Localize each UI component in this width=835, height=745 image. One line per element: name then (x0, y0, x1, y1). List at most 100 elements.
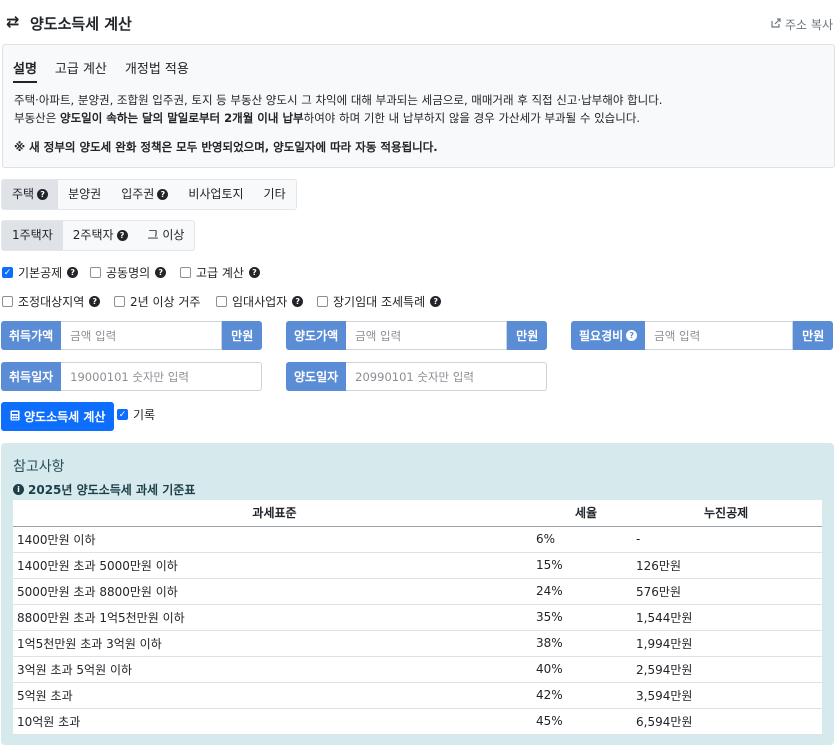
calculator-icon (10, 410, 20, 424)
rate-cell: 15% (536, 552, 636, 579)
expense-input[interactable] (645, 321, 794, 350)
advanced-calc-checkbox[interactable]: 고급 계산 ? (180, 264, 260, 281)
rate-cell: 24% (536, 578, 636, 605)
help-icon[interactable]: ? (248, 267, 260, 278)
rate-cell: 38% (536, 630, 636, 657)
sale-price-label: 양도가액 (286, 321, 347, 350)
two-year-residence-checkbox[interactable]: 2년 이상 거주 (114, 293, 200, 310)
rate-cell: 6% (536, 526, 636, 553)
expense-label: 필요경비? (571, 321, 646, 350)
info-note: ※ 새 정부의 양도세 완화 정책은 모두 반영되었으며, 양도일자에 따라 자… (14, 140, 438, 154)
help-icon[interactable]: ? (157, 189, 169, 200)
calculate-button[interactable]: 양도소득세 계산 (1, 402, 115, 431)
column-header: 과세표준 (13, 500, 536, 527)
tab-non-business-land[interactable]: 비사업토지 (178, 180, 253, 209)
info-paragraph-2: 부동산은 양도일이 속하는 달의 말일로부터 2개월 이내 납부하여야 하며 기… (14, 109, 640, 127)
sale-date-label: 양도일자 (286, 362, 347, 391)
tab-house-label: 주택 (12, 187, 35, 201)
tab-description[interactable]: 설명 (13, 58, 37, 83)
tab-presale-right[interactable]: 분양권 (58, 180, 111, 209)
copy-address-label: 주소 복사 (785, 18, 833, 32)
deduction-cell: 6,594만원 (636, 708, 822, 735)
tab-more[interactable]: 그 이상 (138, 221, 195, 250)
deduction-cell: 1,994만원 (636, 630, 822, 657)
deduction-cell: 576만원 (636, 578, 822, 605)
expense-label-text: 필요경비 (579, 329, 624, 343)
unit-label: 만원 (222, 321, 263, 350)
advanced-calc-label: 고급 계산 (196, 266, 244, 280)
tab-other[interactable]: 기타 (254, 180, 296, 209)
deduction-cell: 3,594만원 (636, 682, 822, 709)
bracket-cell: 5000만원 초과 8800만원 이하 (13, 578, 536, 605)
checkbox-box (114, 296, 125, 307)
table-row: 5억원 초과 42% 3,594만원 (13, 682, 822, 709)
two-year-residence-label: 2년 이상 거주 (130, 295, 201, 309)
tab-two-house[interactable]: 2주택자? (63, 221, 138, 250)
sale-price-group: 양도가액 만원 (286, 321, 548, 350)
sale-date-input[interactable] (346, 362, 548, 391)
check-icon: ✓ (117, 409, 128, 420)
check-icon: ✓ (2, 267, 13, 278)
tab-house[interactable]: 주택? (2, 180, 59, 209)
page-title: 양도소득세 계산 (30, 15, 132, 33)
rate-cell: 35% (536, 604, 636, 631)
tab-two-house-label: 2주택자 (72, 228, 114, 242)
deduction-cell: - (636, 526, 822, 553)
acquire-date-group: 취득일자 (1, 362, 263, 391)
record-checkbox[interactable]: ✓ 기록 (117, 406, 155, 423)
info-icon: i (13, 484, 24, 495)
basic-deduction-checkbox[interactable]: ✓ 기본공제 ? (2, 264, 79, 281)
checkbox-box (216, 296, 227, 307)
unit-label: 만원 (793, 321, 834, 350)
rate-cell: 42% (536, 682, 636, 709)
acquire-date-input[interactable] (61, 362, 263, 391)
acquire-date-label: 취득일자 (1, 362, 62, 391)
sale-date-group: 양도일자 (286, 362, 548, 391)
table-row: 8800만원 초과 1억5천만원 이하 35% 1,544만원 (13, 604, 822, 631)
regulated-area-label: 조정대상지역 (18, 295, 85, 309)
help-icon[interactable]: ? (37, 189, 49, 200)
sale-price-input[interactable] (346, 321, 508, 350)
reference-subtitle: i 2025년 양도소득세 과세 기준표 (13, 481, 195, 498)
table-row: 1400만원 이하 6% - (13, 526, 822, 553)
acquire-price-input[interactable] (61, 321, 223, 350)
copy-address-button[interactable]: 주소 복사 (770, 16, 833, 33)
help-icon[interactable]: ? (67, 267, 79, 278)
record-label: 기록 (133, 408, 156, 422)
checkbox-box (90, 267, 101, 278)
bracket-cell: 8800만원 초과 1억5천만원 이하 (13, 604, 536, 631)
tab-one-house[interactable]: 1주택자 (2, 221, 63, 250)
info-paragraph-1: 주택·아파트, 분양권, 조합원 입주권, 토지 등 부동산 양도시 그 차익에… (14, 93, 663, 107)
para2-text-end: 하여야 하며 기한 내 납부하지 않을 경우 가산세가 부과될 수 있습니다. (303, 111, 641, 125)
unit-label: 만원 (507, 321, 548, 350)
help-icon[interactable]: ? (626, 330, 638, 341)
tab-occupancy-right[interactable]: 입주권? (111, 180, 178, 209)
share-icon (770, 17, 782, 32)
info-card: 설명 고급 계산 개정법 적용 주택·아파트, 분양권, 조합원 입주권, 토지… (2, 44, 835, 168)
joint-ownership-checkbox[interactable]: 공동명의 ? (90, 264, 167, 281)
column-header: 누진공제 (636, 500, 822, 527)
checkbox-box (2, 296, 13, 307)
reference-subtitle-text: 2025년 양도소득세 과세 기준표 (28, 483, 196, 497)
help-icon[interactable]: ? (292, 296, 304, 307)
bracket-cell: 1400만원 초과 5000만원 이하 (13, 552, 536, 579)
help-icon[interactable]: ? (116, 230, 128, 241)
basic-deduction-label: 기본공제 (18, 266, 63, 280)
help-icon[interactable]: ? (155, 267, 167, 278)
reference-title: 참고사항 (13, 459, 65, 475)
tab-revised-law[interactable]: 개정법 적용 (125, 58, 189, 83)
bracket-cell: 1억5천만원 초과 3억원 이하 (13, 630, 536, 657)
help-icon[interactable]: ? (89, 296, 101, 307)
reference-panel: 참고사항 i 2025년 양도소득세 과세 기준표 과세표준 세율 누진공제 1… (1, 443, 834, 745)
calculate-button-label: 양도소득세 계산 (24, 410, 106, 424)
tab-advanced[interactable]: 고급 계산 (55, 58, 107, 83)
regulated-area-checkbox[interactable]: 조정대상지역 ? (2, 293, 101, 310)
deduction-cell: 126만원 (636, 552, 822, 579)
bracket-cell: 10억원 초과 (13, 708, 536, 735)
help-icon[interactable]: ? (430, 296, 442, 307)
long-term-rental-checkbox[interactable]: 장기임대 조세특례 ? (317, 293, 442, 310)
table-row: 3억원 초과 5억원 이하 40% 2,594만원 (13, 656, 822, 683)
swap-arrows-icon: ⇄ (6, 12, 20, 31)
column-header: 세율 (536, 500, 636, 527)
rental-business-checkbox[interactable]: 임대사업자 ? (216, 293, 304, 310)
